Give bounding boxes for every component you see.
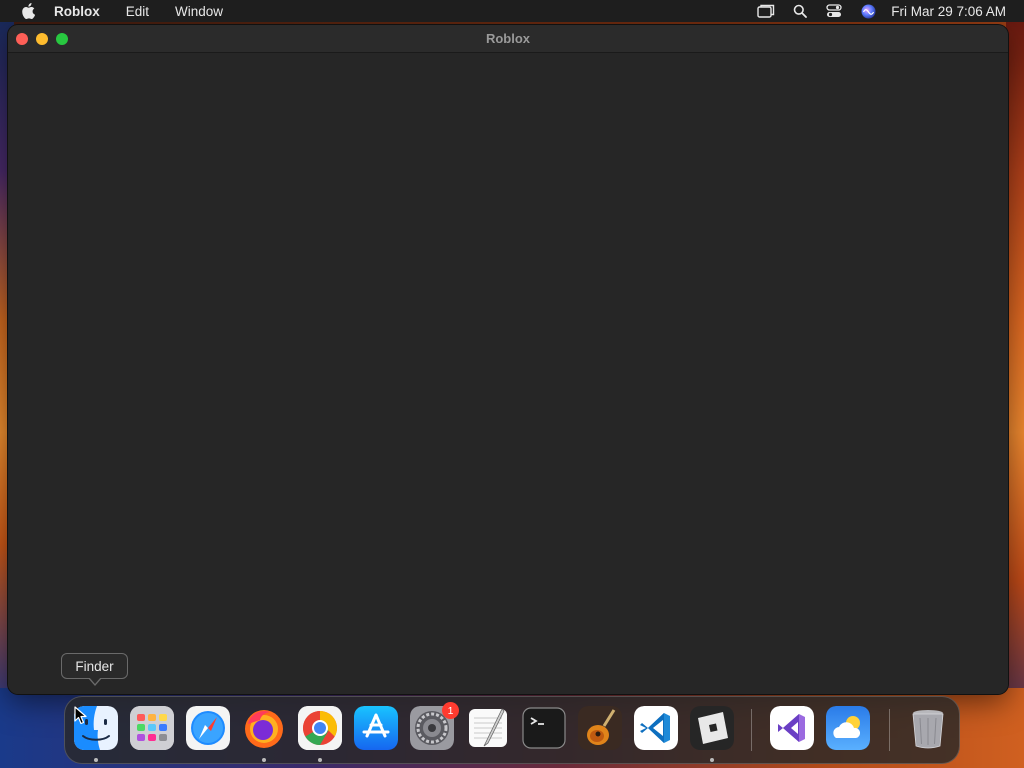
weather-icon[interactable] [826,706,870,750]
dock-separator-trash [889,709,890,751]
menu-bar-status-area: Fri Mar 29 7:06 AM [741,3,1006,19]
terminal-icon[interactable] [522,706,566,750]
finder-running-indicator [94,758,98,762]
mouse-cursor-icon [74,706,87,730]
control-center-icon[interactable] [825,3,843,19]
menu-app-name[interactable]: Roblox [54,4,100,19]
trash-icon[interactable] [906,706,950,750]
screen-mirroring-icon[interactable] [757,3,775,19]
vscode-icon[interactable] [634,706,678,750]
safari-icon[interactable] [186,706,230,750]
dock-tooltip-arrow [88,677,102,686]
window-controls [16,33,76,45]
firefox-running-indicator [262,758,266,762]
visual-studio-icon[interactable] [770,706,814,750]
spotlight-search-icon[interactable] [791,3,809,19]
close-window-button[interactable] [16,33,28,45]
roblox-icon[interactable] [690,706,734,750]
menu-edit[interactable]: Edit [126,4,149,19]
roblox-running-indicator [710,758,714,762]
minimize-window-button[interactable] [36,33,48,45]
window-content[interactable] [8,54,1008,694]
menu-window[interactable]: Window [175,4,223,19]
apple-menu-icon[interactable] [20,3,36,19]
window-titlebar[interactable]: Roblox [8,25,1008,53]
system-settings-badge: 1 [442,702,459,719]
dock-tooltip: Finder [61,653,128,679]
siri-icon[interactable] [859,3,877,19]
menu-bar-clock[interactable]: Fri Mar 29 7:06 AM [891,4,1006,19]
firefox-icon[interactable] [242,706,286,750]
menu-bar: Roblox Edit Window Fri Mar 29 7:06 AM [0,0,1024,22]
zoom-window-button[interactable] [56,33,68,45]
textedit-icon[interactable] [466,706,510,750]
roblox-window: Roblox [8,25,1008,694]
dock-separator [751,709,752,751]
app-store-icon[interactable] [354,706,398,750]
launchpad-icon[interactable] [130,706,174,750]
chrome-icon[interactable] [298,706,342,750]
garageband-icon[interactable] [578,706,622,750]
chrome-running-indicator [318,758,322,762]
desktop-wallpaper-right [1006,22,1024,768]
dock: 1 [64,696,960,764]
window-title: Roblox [485,31,531,46]
